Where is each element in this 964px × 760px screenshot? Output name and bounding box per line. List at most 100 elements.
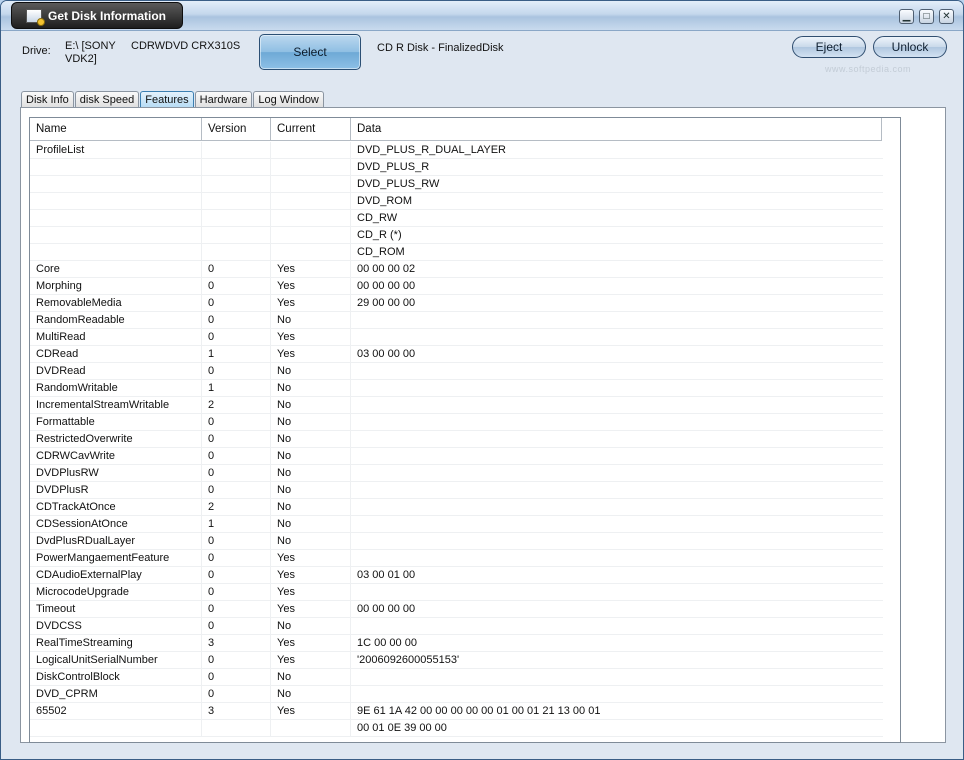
table-cell-version <box>202 142 271 159</box>
table-cell-current: Yes <box>271 635 351 652</box>
table-row[interactable]: MicrocodeUpgrade 0 Yes <box>30 584 900 601</box>
table-cell-current: No <box>271 431 351 448</box>
table-row[interactable]: LogicalUnitSerialNumber 0 Yes '200609260005… <box>30 652 900 669</box>
tab-hardware[interactable]: Hardware <box>194 91 253 108</box>
table-row[interactable]: DVD_ROM <box>30 193 900 210</box>
table-cell-name: DVDRead <box>30 363 202 380</box>
table-row[interactable]: DVD_PLUS_RW <box>30 176 900 193</box>
minimize-button[interactable]: ▁ <box>899 9 914 24</box>
table-cell-name: CDSessionAtOnce <box>30 516 202 533</box>
table-row[interactable]: IncrementalStreamWritable 2 No <box>30 397 900 414</box>
eject-button[interactable]: Eject <box>792 36 866 58</box>
table-cell-version <box>202 720 271 737</box>
table-cell-current: No <box>271 380 351 397</box>
table-cell-current: No <box>271 533 351 550</box>
table-row[interactable]: 65502 3 Yes 9E 61 1A 42 00 00 00 00 00 01 … <box>30 703 900 720</box>
table-cell-version: 2 <box>202 397 271 414</box>
table-cell-version: 0 <box>202 278 271 295</box>
table-cell-current <box>271 244 351 261</box>
table-cell-name: DvdPlusRDualLayer <box>30 533 202 550</box>
app-window: Get Disk Information ▁ □ ✕ Drive: E:\ [S… <box>0 0 964 760</box>
table-row[interactable]: DiskControlBlock 0 No <box>30 669 900 686</box>
table-row[interactable]: DVD_CPRM 0 No <box>30 686 900 703</box>
table-cell-data: DVD_ROM <box>351 193 883 210</box>
tab-disk-info[interactable]: Disk Info <box>21 91 74 108</box>
table-cell-current: No <box>271 499 351 516</box>
table-cell-data: 00 01 0E 39 00 00 <box>351 720 883 737</box>
table-cell-name: DVDCSS <box>30 618 202 635</box>
table-row[interactable]: RandomReadable 0 No <box>30 312 900 329</box>
table-row[interactable]: CD_R (*) <box>30 227 900 244</box>
table-cell-data: CD_ROM <box>351 244 883 261</box>
column-header-current[interactable]: Current <box>271 118 351 140</box>
table-cell-name: IncrementalStreamWritable <box>30 397 202 414</box>
table-row[interactable]: RestrictedOverwrite 0 No <box>30 431 900 448</box>
table-cell-data: 03 00 01 00 <box>351 567 883 584</box>
table-cell-current: No <box>271 669 351 686</box>
table-row[interactable]: DVDCSS 0 No <box>30 618 900 635</box>
table-cell-version: 0 <box>202 465 271 482</box>
watermark: www.softpedia.com <box>825 64 912 74</box>
table-cell-current <box>271 142 351 159</box>
tab-strip: Disk Info disk Speed Features Hardware Log W… <box>21 91 325 108</box>
table-cell-data <box>351 465 883 482</box>
table-row[interactable]: ProfileList DVD_PLUS_R_DUAL_LAYER <box>30 142 900 159</box>
tab-log-window[interactable]: Log Window <box>253 91 324 108</box>
table-row[interactable]: Timeout 0 Yes 00 00 00 00 <box>30 601 900 618</box>
column-header-data[interactable]: Data <box>351 118 883 140</box>
table-cell-version: 3 <box>202 703 271 720</box>
table-cell-version <box>202 227 271 244</box>
table-cell-name: Core <box>30 261 202 278</box>
table-cell-name <box>30 227 202 244</box>
table-row[interactable]: CDRWCavWrite 0 No <box>30 448 900 465</box>
table-cell-current: Yes <box>271 261 351 278</box>
tab-features[interactable]: Features <box>140 91 194 108</box>
table-row[interactable]: CDSessionAtOnce 1 No <box>30 516 900 533</box>
table-row[interactable]: CDAudioExternalPlay 0 Yes 03 00 01 00 <box>30 567 900 584</box>
table-cell-data: '2006092600055153' <box>351 652 883 669</box>
table-cell-version: 2 <box>202 499 271 516</box>
table-cell-current <box>271 159 351 176</box>
table-row[interactable]: DvdPlusRDualLayer 0 No <box>30 533 900 550</box>
table-cell-data: 00 00 00 00 <box>351 601 883 618</box>
table-row[interactable]: Core 0 Yes 00 00 00 02 <box>30 261 900 278</box>
column-header-name[interactable]: Name <box>30 118 202 140</box>
table-row[interactable]: RandomWritable 1 No <box>30 380 900 397</box>
unlock-button[interactable]: Unlock <box>873 36 947 58</box>
table-cell-current: No <box>271 482 351 499</box>
table-row[interactable]: DVDPlusRW 0 No <box>30 465 900 482</box>
table-body: ProfileList DVD_PLUS_R_DUAL_LAYER DVD_PLUS… <box>30 141 900 737</box>
close-button[interactable]: ✕ <box>939 9 954 24</box>
table-row[interactable]: CD_ROM <box>30 244 900 261</box>
table-cell-name: CDRead <box>30 346 202 363</box>
table-cell-current: No <box>271 465 351 482</box>
window-title: Get Disk Information <box>48 8 167 23</box>
table-cell-name: 65502 <box>30 703 202 720</box>
table-row[interactable]: RealTimeStreaming 3 Yes 1C 00 00 00 <box>30 635 900 652</box>
table-row[interactable]: DVDRead 0 No <box>30 363 900 380</box>
table-cell-data <box>351 329 883 346</box>
table-row[interactable]: Formattable 0 No <box>30 414 900 431</box>
table-row[interactable]: CDTrackAtOnce 2 No <box>30 499 900 516</box>
table-row[interactable]: CDRead 1 Yes 03 00 00 00 <box>30 346 900 363</box>
table-cell-version: 0 <box>202 669 271 686</box>
drive-name: E:\ [SONY VDK2] <box>65 40 116 65</box>
maximize-button[interactable]: □ <box>919 9 934 24</box>
table-row[interactable]: DVDPlusR 0 No <box>30 482 900 499</box>
table-row[interactable]: CD_RW <box>30 210 900 227</box>
table-row[interactable]: 00 01 0E 39 00 00 <box>30 720 900 737</box>
table-row[interactable]: Morphing 0 Yes 00 00 00 00 <box>30 278 900 295</box>
table-cell-current: No <box>271 686 351 703</box>
table-cell-version: 0 <box>202 312 271 329</box>
column-header-version[interactable]: Version <box>202 118 271 140</box>
table-row[interactable]: RemovableMedia 0 Yes 29 00 00 00 <box>30 295 900 312</box>
select-button[interactable]: Select <box>259 34 361 70</box>
tab-disk-speed[interactable]: disk Speed <box>74 91 140 108</box>
table-row[interactable]: DVD_PLUS_R <box>30 159 900 176</box>
table-cell-current: Yes <box>271 550 351 567</box>
table-cell-current: Yes <box>271 584 351 601</box>
features-table[interactable]: Name Version Current Data ProfileList DVD_PL… <box>29 117 901 743</box>
table-cell-version: 0 <box>202 414 271 431</box>
table-row[interactable]: MultiRead 0 Yes <box>30 329 900 346</box>
table-row[interactable]: PowerMangaementFeature 0 Yes <box>30 550 900 567</box>
